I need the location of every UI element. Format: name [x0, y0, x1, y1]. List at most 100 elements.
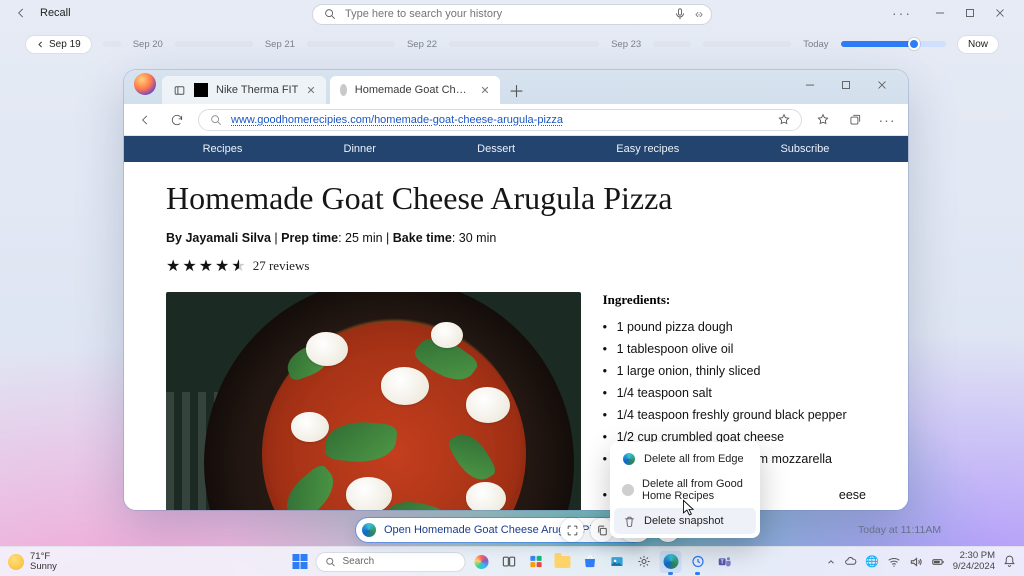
settings-button[interactable] — [633, 551, 655, 573]
timeline-segment[interactable] — [653, 41, 691, 47]
timeline-segment[interactable] — [703, 41, 791, 47]
timeline-segment[interactable] — [103, 41, 121, 47]
store-button[interactable] — [579, 551, 601, 573]
minimize-icon — [803, 78, 817, 92]
nav-recipes[interactable]: Recipes — [203, 143, 243, 155]
nav-dessert[interactable]: Dessert — [477, 143, 515, 155]
timeline-segment[interactable] — [307, 41, 395, 47]
start-button[interactable] — [289, 551, 311, 573]
task-view-icon — [501, 554, 516, 569]
profile-avatar[interactable] — [134, 73, 156, 95]
nike-favicon — [194, 83, 208, 97]
recall-button[interactable] — [687, 551, 709, 573]
close-button[interactable] — [986, 3, 1014, 23]
timeline-day-label: Sep 20 — [133, 39, 163, 50]
browser-refresh-button[interactable] — [166, 109, 188, 131]
widgets-button[interactable] — [525, 551, 547, 573]
nav-subscribe[interactable]: Subscribe — [780, 143, 829, 155]
weather-widget[interactable]: 71°FSunny — [8, 552, 57, 572]
more-button[interactable]: ··· — [892, 5, 912, 21]
favorites-button[interactable] — [812, 109, 834, 131]
wifi-icon[interactable] — [887, 555, 901, 569]
nav-easy[interactable]: Easy recipes — [616, 143, 679, 155]
chevron-up-icon[interactable] — [826, 557, 836, 567]
tab-close-button[interactable]: ✕ — [306, 84, 315, 97]
app-title: Recall — [40, 7, 71, 19]
collections-button[interactable] — [844, 109, 866, 131]
photos-button[interactable] — [606, 551, 628, 573]
recall-search-input[interactable] — [345, 8, 665, 20]
star-icon: ★ — [199, 256, 213, 276]
language-indicator[interactable]: 🌐 — [865, 555, 879, 568]
delete-context-menu: Delete all from Edge Delete all from Goo… — [610, 442, 760, 538]
browser-toolbar: www.goodhomerecipies.com/homemade-goat-c… — [124, 104, 908, 136]
edge-button[interactable] — [660, 551, 682, 573]
star-half-icon: ★★ — [231, 256, 245, 276]
ctx-delete-snapshot[interactable]: Delete snapshot — [614, 508, 756, 534]
onedrive-icon[interactable] — [844, 555, 857, 568]
tab-close-button[interactable]: ✕ — [480, 84, 489, 97]
search-icon — [209, 113, 223, 127]
teams-icon: T — [717, 554, 732, 569]
timeline-today-fill — [841, 41, 915, 47]
timeline-chip-current[interactable]: Sep 19 — [26, 36, 91, 53]
taskbar: 71°FSunny Search T 🌐 2:30 PM 9/24/2024 — [0, 546, 1024, 576]
browser-more-button[interactable]: ··· — [876, 109, 898, 131]
store-icon — [582, 554, 597, 569]
browser-back-button[interactable] — [134, 109, 156, 131]
collections-icon — [848, 113, 862, 127]
recall-timeline[interactable]: Sep 19 Sep 20 Sep 21 Sep 22 Sep 23 Today… — [0, 32, 1024, 56]
address-bar[interactable]: www.goodhomerecipies.com/homemade-goat-c… — [198, 109, 802, 131]
task-view-button[interactable] — [498, 551, 520, 573]
timeline-today-track[interactable] — [841, 41, 946, 47]
browser-close-button[interactable] — [864, 72, 900, 98]
snip-button[interactable] — [560, 518, 584, 542]
arrow-left-icon — [138, 113, 152, 127]
article-byline: By Jayamali Silva | Prep time: 25 min | … — [166, 231, 866, 246]
ctx-delete-all-site[interactable]: Delete all from Good Home Recipes — [614, 472, 756, 508]
review-count[interactable]: 27 reviews — [253, 258, 310, 274]
close-icon — [875, 78, 889, 92]
site-nav: Recipes Dinner Dessert Easy recipes Subs… — [124, 136, 908, 162]
timeline-now-chip[interactable]: Now — [958, 36, 998, 53]
browser-minimize-button[interactable] — [792, 72, 828, 98]
notifications-icon[interactable] — [1003, 555, 1016, 568]
browser-maximize-button[interactable] — [828, 72, 864, 98]
tab-nike[interactable]: Nike Therma FIT ✕ — [162, 76, 326, 104]
taskbar-center: Search T — [289, 551, 736, 573]
taskbar-search[interactable]: Search — [316, 552, 466, 572]
volume-icon[interactable] — [909, 555, 923, 569]
timeline-segment[interactable] — [175, 41, 253, 47]
teams-button[interactable]: T — [714, 551, 736, 573]
copilot-icon — [475, 555, 489, 569]
search-icon — [325, 556, 337, 568]
sidebar-icon[interactable] — [172, 83, 186, 97]
new-tab-button[interactable]: ＋ — [504, 77, 530, 103]
mic-icon[interactable] — [673, 7, 687, 21]
star-sparkle-icon[interactable] — [777, 113, 791, 127]
battery-icon[interactable] — [931, 555, 945, 569]
snip-icon — [566, 524, 579, 537]
timeline-segment[interactable] — [449, 41, 599, 47]
timeline-day-label: Sep 21 — [265, 39, 295, 50]
timeline-scrubber-thumb[interactable] — [908, 38, 920, 50]
file-explorer-button[interactable] — [552, 551, 574, 573]
minimize-button[interactable] — [926, 3, 954, 23]
star-icon: ★ — [182, 256, 196, 276]
maximize-button[interactable] — [956, 3, 984, 23]
timeline-day-label: Sep 23 — [611, 39, 641, 50]
list-item: 1/4 teaspoon freshly ground black pepper — [603, 408, 866, 422]
clock[interactable]: 2:30 PM 9/24/2024 — [953, 551, 995, 572]
list-item: 1 pound pizza dough — [603, 320, 866, 334]
tab-recipe[interactable]: Homemade Goat Cheese Arugula Pizza ✕ — [330, 76, 500, 104]
ingredients-heading: Ingredients: — [603, 292, 866, 308]
recall-search[interactable]: ‹·› — [312, 4, 712, 25]
back-button[interactable] — [10, 2, 32, 24]
nav-dinner[interactable]: Dinner — [344, 143, 376, 155]
input-switch-icon[interactable]: ‹·› — [695, 7, 701, 21]
system-tray[interactable]: 🌐 2:30 PM 9/24/2024 — [826, 551, 1016, 572]
minimize-icon — [933, 6, 947, 20]
recall-titlebar: Recall ‹·› ··· — [0, 0, 1024, 26]
ctx-delete-all-edge[interactable]: Delete all from Edge — [614, 446, 756, 472]
copilot-button[interactable] — [471, 551, 493, 573]
